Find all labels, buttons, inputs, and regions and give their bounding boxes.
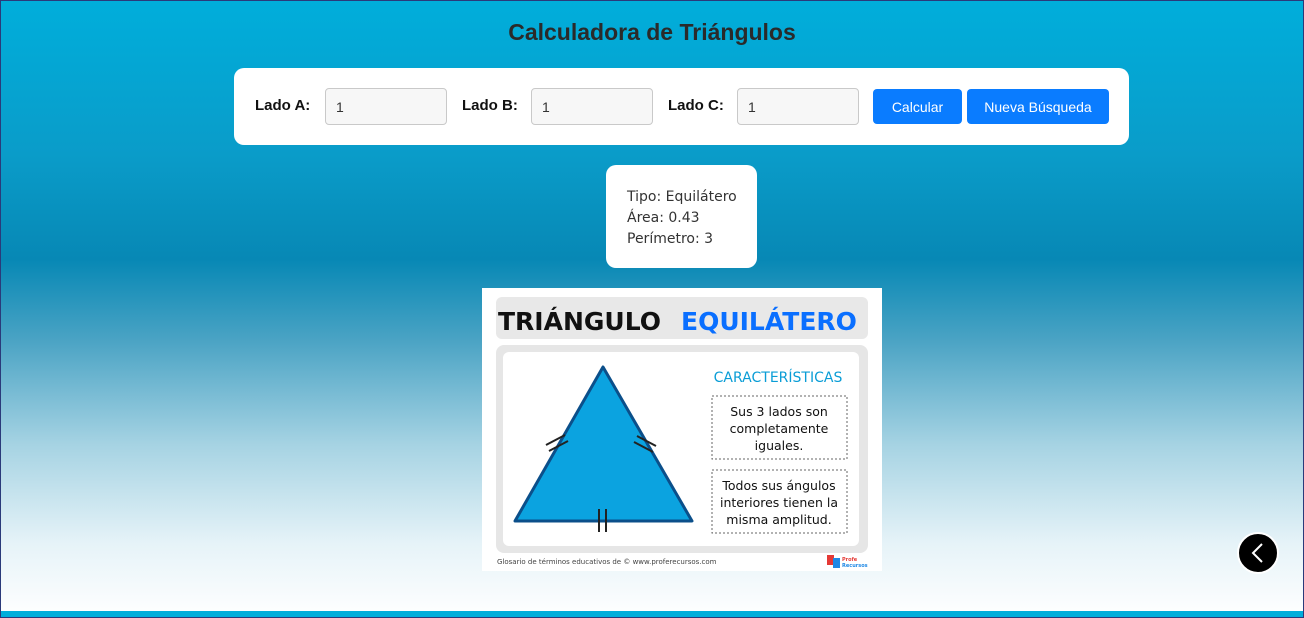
side-a-label: Lado A: <box>255 97 311 114</box>
bottom-bar <box>1 611 1303 617</box>
characteristics-heading: CARACTERÍSTICAS <box>714 369 843 386</box>
calculate-button[interactable]: Calcular <box>873 89 962 124</box>
side-c-input[interactable] <box>737 88 859 125</box>
characteristic-2-line-3: misma amplitud. <box>726 512 831 527</box>
characteristic-1-line-1: Sus 3 lados son <box>730 404 828 419</box>
characteristic-1-line-3: iguales. <box>755 438 804 453</box>
result-type: Tipo: Equilátero <box>627 189 737 205</box>
result-card: Tipo: Equilátero Área: 0.43 Perímetro: 3 <box>606 165 757 268</box>
side-b-label: Lado B: <box>462 97 518 114</box>
infographic-title-black: TRIÁNGULO <box>498 307 661 336</box>
characteristic-1-line-2: completamente <box>730 421 829 436</box>
side-a-input[interactable] <box>325 88 447 125</box>
characteristic-2-line-1: Todos sus ángulos <box>721 478 835 493</box>
new-search-button[interactable]: Nueva Búsqueda <box>967 89 1109 124</box>
infographic-title-blue: EQUILÁTERO <box>681 307 857 336</box>
characteristic-2-line-2: interiores tienen la <box>720 495 838 510</box>
result-area: Área: 0.43 <box>627 210 700 226</box>
triangle-form: Lado A: Lado B: Lado C: Calcular Nueva B… <box>234 68 1129 145</box>
page-title: Calculadora de Triángulos <box>508 19 796 45</box>
back-button[interactable] <box>1237 532 1279 574</box>
infographic-footer: Glosario de términos educativos de © www… <box>497 558 717 566</box>
equilateral-triangle-infographic: TRIÁNGULO EQUILÁTERO CARACTERÍSTICAS Sus… <box>482 288 882 571</box>
proferecursos-logo-icon <box>827 555 834 565</box>
logo-text-2: Recursos <box>842 563 868 569</box>
chevron-left-icon <box>1251 543 1263 563</box>
side-b-input[interactable] <box>531 88 653 125</box>
side-c-label: Lado C: <box>668 97 724 114</box>
result-perimeter: Perímetro: 3 <box>627 231 714 247</box>
